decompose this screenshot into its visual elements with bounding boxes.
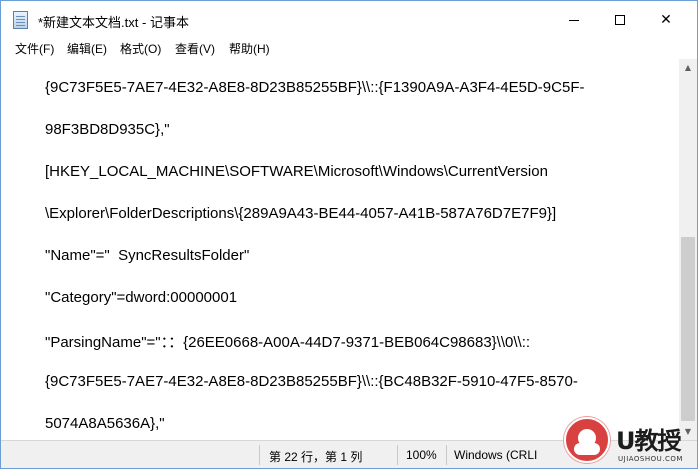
watermark-logo: U教授 UJIAOSHOU.COM [558, 413, 697, 468]
zoom-level: 100% [406, 448, 437, 462]
text-line: {9C73F5E5-7AE7-4E32-A8E8-8D23B85255BF}\\… [45, 373, 578, 390]
status-divider [259, 445, 260, 465]
text-line: 5074A8A5636A}," [45, 415, 165, 432]
menu-format[interactable]: 格式(O) [120, 40, 161, 57]
text-editor[interactable]: {9C73F5E5-7AE7-4E32-A8E8-8D23B85255BF}\\… [1, 59, 679, 440]
title-bar[interactable]: *新建文本文档.txt - 记事本 ✕ [1, 1, 697, 39]
vertical-scrollbar[interactable]: ▲ ▼ [679, 59, 697, 440]
watermark-brand: U教授 [616, 427, 681, 455]
text-line: \Explorer\FolderDescriptions\{289A9A43-B… [45, 205, 557, 222]
menu-file[interactable]: 文件(F) [15, 40, 54, 57]
mascot-icon [564, 417, 610, 463]
notepad-icon[interactable] [13, 11, 28, 29]
window-title: *新建文本文档.txt - 记事本 [38, 15, 189, 30]
status-divider [397, 445, 398, 465]
menu-bar: 文件(F) 编辑(E) 格式(O) 查看(V) 帮助(H) [1, 39, 697, 59]
line-ending: Windows (CRLI [454, 448, 538, 462]
menu-view[interactable]: 查看(V) [175, 40, 215, 57]
watermark-site: UJIAOSHOU.COM [618, 455, 683, 463]
close-button[interactable]: ✕ [643, 1, 689, 39]
text-line: [HKEY_LOCAL_MACHINE\SOFTWARE\Microsoft\W… [45, 163, 548, 180]
status-divider [446, 445, 447, 465]
text-line: {9C73F5E5-7AE7-4E32-A8E8-8D23B85255BF}\\… [45, 79, 585, 96]
close-icon: ✕ [660, 12, 672, 28]
maximize-button[interactable] [597, 1, 643, 39]
menu-edit[interactable]: 编辑(E) [67, 40, 107, 57]
text-line: "Name"=" SyncResultsFolder" [45, 247, 250, 264]
menu-help[interactable]: 帮助(H) [229, 40, 270, 57]
minimize-icon [569, 19, 579, 21]
text-line: 98F3BD8D935C}," [45, 121, 170, 138]
scroll-up-icon[interactable]: ▲ [679, 59, 697, 76]
notepad-window: *新建文本文档.txt - 记事本 ✕ 文件(F) 编辑(E) 格式(O) 查看… [0, 0, 698, 469]
scroll-thumb[interactable] [681, 237, 695, 421]
minimize-button[interactable] [551, 1, 597, 39]
text-line: "ParsingName"="：：{26EE0668-A00A-44D7-937… [45, 334, 531, 351]
text-line: "Category"=dword:00000001 [45, 289, 238, 306]
cursor-position: 第 22 行，第 1 列 [269, 450, 363, 464]
maximize-icon [615, 15, 625, 25]
